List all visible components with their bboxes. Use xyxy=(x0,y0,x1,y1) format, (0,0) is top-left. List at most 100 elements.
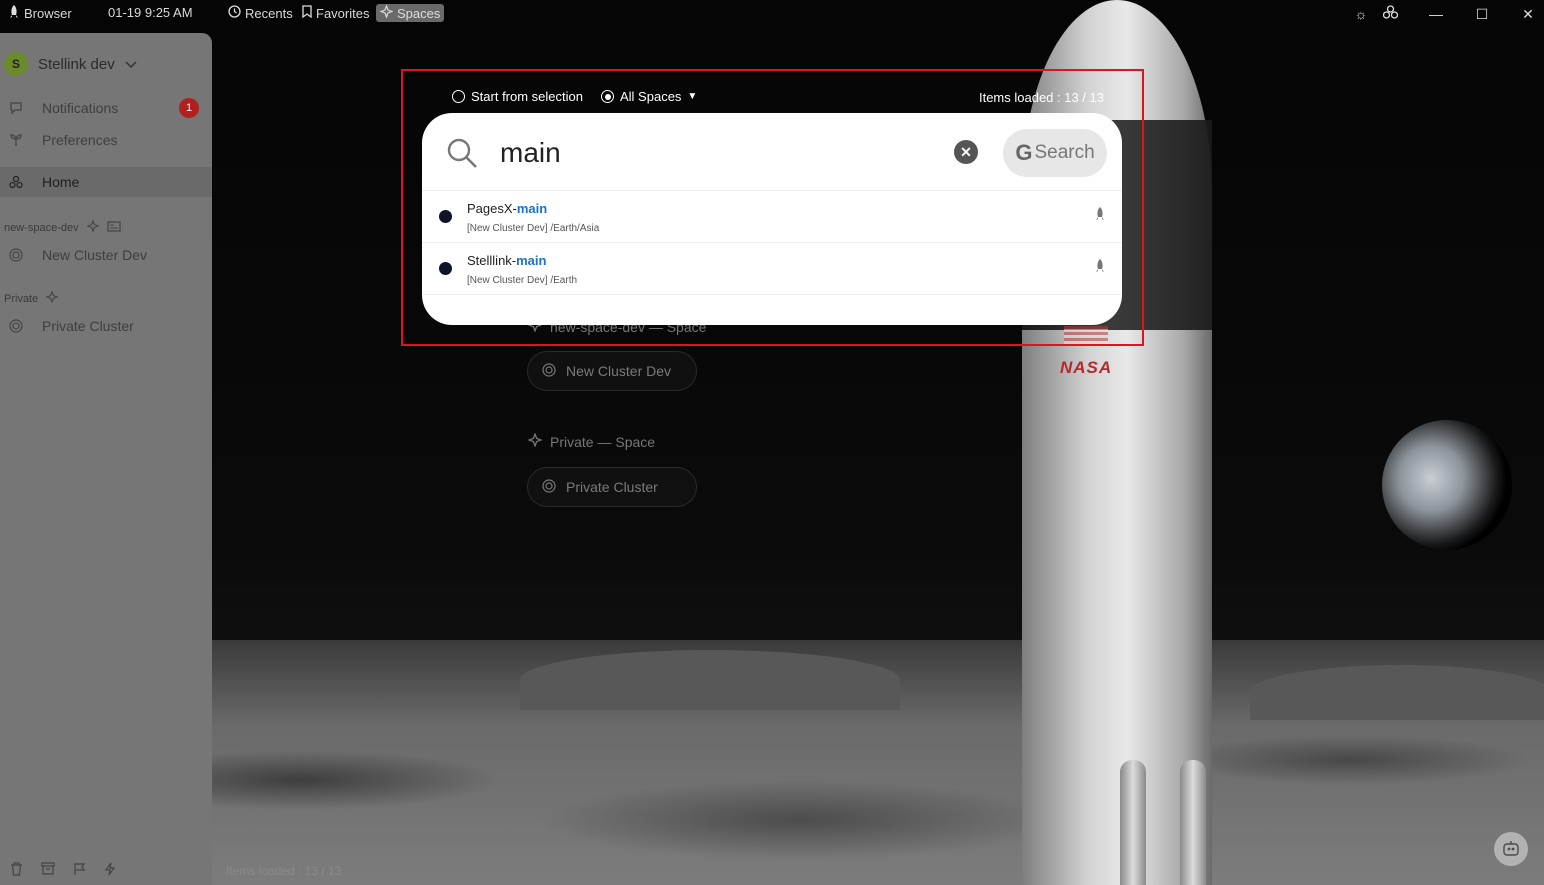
favorites-button[interactable]: Favorites xyxy=(302,5,369,21)
sidebar-item-label: Preferences xyxy=(42,132,118,148)
space-section-label: Private xyxy=(4,292,39,305)
result-path: [New Cluster Dev] /Earth xyxy=(467,275,578,286)
recents-button[interactable]: Recents xyxy=(228,5,293,21)
search-bar: ✕ G Search xyxy=(422,113,1122,191)
card-icon[interactable] xyxy=(106,220,121,235)
radio-icon xyxy=(452,90,465,103)
favorites-label: Favorites xyxy=(316,5,370,21)
result-path: [New Cluster Dev] /Earth/Asia xyxy=(467,223,600,234)
app-name: Browser xyxy=(24,6,72,21)
theme-toggle-icon[interactable]: ☼ xyxy=(1351,4,1371,24)
rocket-icon xyxy=(1094,207,1108,223)
notification-badge: 1 xyxy=(179,98,199,118)
items-loaded-status: Items loaded : 13 / 13 xyxy=(226,864,342,878)
maximize-icon[interactable]: ☐ xyxy=(1472,4,1492,24)
search-panel: ✕ G Search PagesX-main [New Cluster Dev]… xyxy=(422,113,1122,325)
search-result-item[interactable]: PagesX-main [New Cluster Dev] /Earth/Asi… xyxy=(422,191,1122,243)
space-section-header: Private xyxy=(4,290,59,306)
spaces-icon xyxy=(379,4,394,21)
radio-selected-icon xyxy=(601,90,614,103)
archive-icon[interactable] xyxy=(41,862,55,879)
space-section-header: new-space-dev xyxy=(4,219,121,235)
search-icon xyxy=(446,137,478,174)
home-icon xyxy=(8,174,24,190)
cluster-card-new-cluster-dev[interactable]: New Cluster Dev xyxy=(527,351,697,391)
sidebar-item-new-cluster-dev[interactable]: New Cluster Dev xyxy=(0,240,212,270)
minimize-icon[interactable]: — xyxy=(1426,4,1446,24)
flag-icon[interactable] xyxy=(73,862,86,879)
workspace-name: Stellink dev xyxy=(38,55,115,73)
trash-icon[interactable] xyxy=(10,862,23,879)
cluster-card-label: New Cluster Dev xyxy=(566,363,672,379)
moon-image xyxy=(1382,420,1512,550)
result-title: Stelllink-main xyxy=(467,253,546,268)
lunar-hill xyxy=(1250,665,1544,720)
caret-down-icon: ▼ xyxy=(687,91,698,102)
cluster-icon xyxy=(8,318,24,334)
sidebar-item-notifications[interactable]: Notifications 1 xyxy=(0,93,212,123)
lightning-icon[interactable] xyxy=(104,862,116,879)
all-spaces-option[interactable]: All Spaces ▼ xyxy=(601,89,697,104)
bookmark-icon xyxy=(302,5,312,21)
space-section-label: new-space-dev xyxy=(4,221,79,234)
recents-label: Recents xyxy=(245,5,293,21)
cluster-icon xyxy=(542,478,556,496)
search-options: Start from selection All Spaces ▼ xyxy=(452,89,697,104)
spaces-icon[interactable] xyxy=(85,219,100,235)
rocket-icon xyxy=(1094,259,1108,275)
cluster-card-private-cluster[interactable]: Private Cluster xyxy=(527,467,697,507)
sidebar-item-label: New Cluster Dev xyxy=(42,247,148,263)
app-title: Browser xyxy=(8,5,72,22)
search-input[interactable] xyxy=(500,133,940,173)
datetime: 01-19 9:25 AM xyxy=(108,5,193,20)
space-heading: Private — Space xyxy=(527,432,656,450)
result-title-prefix: Stelllink- xyxy=(467,253,517,268)
spaces-button[interactable]: Spaces xyxy=(376,4,445,22)
result-bullet-icon xyxy=(439,262,452,275)
sidebar: S Stellink dev Notifications 1 Preferenc… xyxy=(0,33,212,885)
google-search-label: Search xyxy=(1034,142,1095,163)
search-items-loaded: Items loaded : 13 / 13 xyxy=(978,90,1104,105)
nasa-logo: NASA xyxy=(1060,358,1113,377)
extensions-icon[interactable] xyxy=(1380,4,1400,24)
sidebar-item-label: Home xyxy=(42,174,80,190)
workspace-avatar: S xyxy=(4,52,28,76)
clock-icon xyxy=(228,5,241,21)
google-icon: G xyxy=(1015,140,1033,165)
result-title: PagesX-main xyxy=(467,201,547,216)
close-icon[interactable]: ✕ xyxy=(1518,4,1538,24)
option-label: Start from selection xyxy=(471,89,583,104)
sidebar-item-label: Private Cluster xyxy=(42,318,134,334)
title-bar: Browser 01-19 9:25 AM Recents Favorites … xyxy=(0,0,1544,28)
result-bullet-icon xyxy=(439,210,452,223)
space-heading-label: Private — Space xyxy=(550,433,656,450)
sidebar-item-preferences[interactable]: Preferences xyxy=(0,125,212,155)
spaces-label: Spaces xyxy=(397,5,441,21)
sidebar-item-home[interactable]: Home xyxy=(0,167,212,197)
sidebar-footer xyxy=(10,862,116,879)
lunar-hill xyxy=(520,650,900,710)
clear-search-icon[interactable]: ✕ xyxy=(954,140,978,164)
result-title-match: main xyxy=(516,201,548,216)
sidebar-item-private-cluster[interactable]: Private Cluster xyxy=(0,311,212,341)
result-title-match: main xyxy=(516,253,547,268)
result-title-prefix: PagesX- xyxy=(467,201,517,216)
sprout-icon xyxy=(8,132,24,148)
chevron-down-icon xyxy=(125,56,137,72)
rocket-leg xyxy=(1180,760,1206,885)
spaces-icon[interactable] xyxy=(45,290,59,306)
sidebar-item-label: Notifications xyxy=(42,100,119,116)
start-from-selection-option[interactable]: Start from selection xyxy=(452,89,583,104)
spaces-icon xyxy=(527,432,543,450)
workspace-switcher[interactable]: S Stellink dev xyxy=(4,52,137,76)
notifications-icon xyxy=(8,100,24,116)
cluster-card-label: Private Cluster xyxy=(566,479,658,495)
rocket-leg xyxy=(1120,760,1146,885)
search-result-item[interactable]: Stelllink-main [New Cluster Dev] /Earth xyxy=(422,243,1122,295)
rocket-icon xyxy=(8,5,20,22)
google-search-button[interactable]: G Search xyxy=(1003,129,1107,177)
cluster-icon xyxy=(8,247,24,263)
cluster-icon xyxy=(542,362,556,380)
assistant-icon[interactable] xyxy=(1494,832,1528,866)
option-label: All Spaces xyxy=(620,89,682,104)
